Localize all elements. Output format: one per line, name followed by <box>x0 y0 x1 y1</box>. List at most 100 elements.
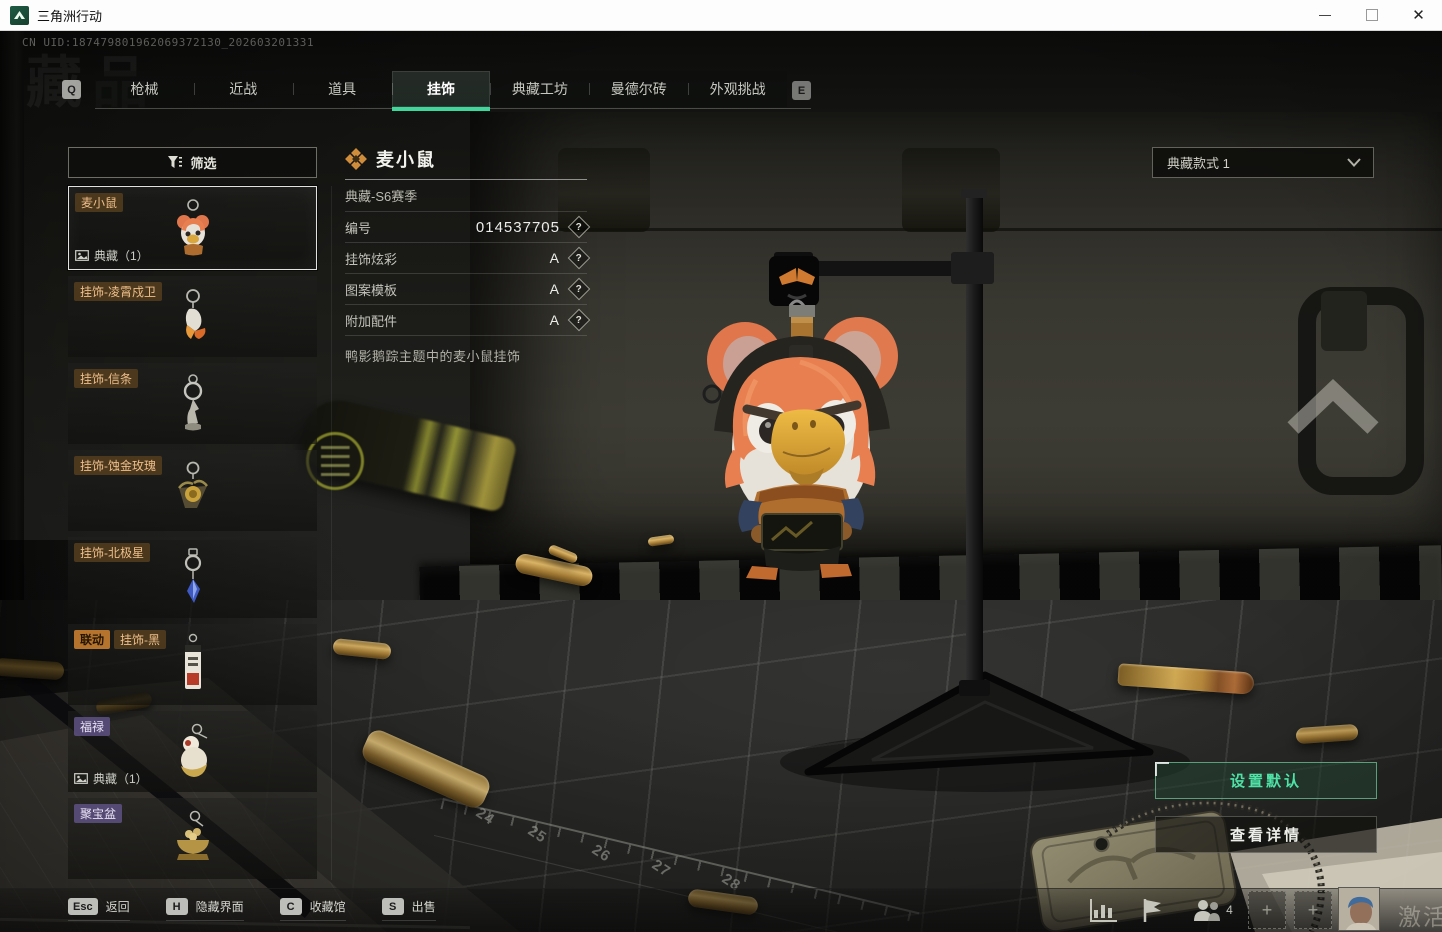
collection-hall-shortcut[interactable]: C 收藏馆 <box>279 898 346 921</box>
detail-title: 麦小鼠 <box>376 150 436 170</box>
charm-list: 麦小鼠 典藏（1） 挂饰-凌霄戍卫 挂饰-信条 挂饰-蚀金玫瑰 挂饰-北极星 联… <box>68 186 317 885</box>
help-icon[interactable]: ? <box>567 308 591 332</box>
charm-detail-panel: 麦小鼠 典藏-S6赛季 编号 014537705 ? 挂饰炫彩 A ? 图案模板… <box>345 139 591 365</box>
help-icon[interactable]: ? <box>567 246 591 270</box>
style-dropdown[interactable]: 典藏款式 1 <box>1152 147 1374 178</box>
plus-icon: + <box>1307 899 1319 920</box>
back-shortcut[interactable]: Esc 返回 <box>68 898 130 921</box>
stats-button[interactable] <box>1086 895 1122 925</box>
prev-tab-key-hint: Q <box>62 80 81 99</box>
h-keycap: H <box>165 898 188 915</box>
close-icon: ✕ <box>1412 6 1425 24</box>
item-name-badge: 挂饰-凌霄戍卫 <box>74 282 162 301</box>
detail-row-serial: 编号 014537705 ? <box>345 212 591 243</box>
category-tabbar: 枪械 近战 道具 挂饰 典藏工坊 曼德尔砖 外观挑战 <box>95 71 787 111</box>
empty-squad-slot[interactable]: + <box>1248 891 1286 929</box>
item-name-badge: 麦小鼠 <box>75 193 124 212</box>
style-dropdown-value: 典藏款式 1 <box>1167 156 1230 171</box>
detail-label: 挂饰炫彩 <box>345 251 398 267</box>
close-button[interactable]: ✕ <box>1395 0 1442 30</box>
item-name-badge: 挂饰-北极星 <box>74 543 150 562</box>
detail-row-colorway: 挂饰炫彩 A ? <box>345 243 591 274</box>
detail-label: 附加配件 <box>345 313 398 329</box>
charm-thumbnail-icon <box>184 633 201 689</box>
detail-season: 典藏-S6赛季 <box>345 180 587 212</box>
player-avatar[interactable] <box>1338 887 1380 931</box>
set-default-button[interactable]: 设置默认 <box>1155 762 1377 799</box>
item-name-badge: 挂饰-蚀金玫瑰 <box>74 456 162 475</box>
minimize-icon <box>1318 14 1331 16</box>
tab-props[interactable]: 道具 <box>292 71 392 107</box>
bar-chart-icon <box>1090 899 1117 922</box>
tab-charms[interactable]: 挂饰 <box>391 71 491 111</box>
collection-count: 典藏（1） <box>74 770 148 787</box>
detail-title-row: 麦小鼠 <box>345 139 587 180</box>
detail-description: 鸭影鹅踪主题中的麦小鼠挂饰 <box>345 349 521 364</box>
esc-keycap: Esc <box>68 898 98 915</box>
maximize-icon <box>1365 9 1378 21</box>
avatar-portrait <box>1339 888 1379 930</box>
charm-rarity-icon <box>345 148 367 170</box>
detail-value: A <box>549 312 560 328</box>
tab-appearance-challenge[interactable]: 外观挑战 <box>688 71 787 107</box>
activation-watermark: 激活 <box>1398 904 1442 930</box>
collection-count: 典藏（1） <box>75 247 149 264</box>
c-keycap: C <box>279 898 302 915</box>
charm-thumbnail-icon <box>184 547 201 603</box>
game-window: 24 25 26 27 28 三角洲行动 ✕ 藏品 CN UID:1874798… <box>0 0 1442 932</box>
filter-label: 筛选 <box>190 156 217 171</box>
item-name-badge: 挂饰-信条 <box>74 369 138 388</box>
collection-image-icon <box>75 250 89 261</box>
charm-thumbnail-icon <box>185 288 205 339</box>
detail-value: A <box>549 281 560 297</box>
sidebar-item-fulu[interactable]: 福禄 典藏（1） <box>68 711 317 792</box>
app-logo-icon <box>10 5 29 25</box>
squad-count: 4 <box>1226 903 1233 917</box>
panel-divider <box>331 186 332 880</box>
charm-thumbnail-icon <box>183 373 202 430</box>
detail-label: 图案模板 <box>345 282 398 298</box>
empty-squad-slot[interactable]: + <box>1294 891 1332 929</box>
battle-pass-button[interactable] <box>1134 895 1168 925</box>
sidebar-item-hei[interactable]: 联动 挂饰-黑 <box>68 624 317 705</box>
maximize-button[interactable] <box>1348 0 1395 30</box>
filter-funnel-icon <box>168 156 183 168</box>
filter-button[interactable]: 筛选 <box>68 147 317 178</box>
sidebar-item-xintiao[interactable]: 挂饰-信条 <box>68 363 317 444</box>
player-uid: CN UID:187479801962069372130_20260320133… <box>22 36 315 49</box>
plus-icon: + <box>1261 899 1273 920</box>
sidebar-item-beijixing[interactable]: 挂饰-北极星 <box>68 537 317 618</box>
detail-row-pattern: 图案模板 A ? <box>345 274 591 305</box>
charm-thumbnail-icon <box>177 461 208 508</box>
flag-icon <box>1143 898 1161 922</box>
detail-label: 编号 <box>345 220 372 236</box>
shortcut-bar: Esc 返回 H 隐藏界面 C 收藏馆 S 出售 <box>68 898 436 921</box>
tab-mandel-brick[interactable]: 曼德尔砖 <box>589 71 688 107</box>
collection-image-icon <box>74 773 88 784</box>
item-name-badge: 福禄 <box>74 717 111 736</box>
chevron-down-icon <box>1347 158 1361 167</box>
squad-people-icon <box>1194 899 1221 921</box>
charm-thumbnail-icon <box>176 810 209 860</box>
s-keycap: S <box>381 898 404 915</box>
help-icon[interactable]: ? <box>567 277 591 301</box>
detail-row-accessory: 附加配件 A ? <box>345 305 591 336</box>
sidebar-item-shijin-meigui[interactable]: 挂饰-蚀金玫瑰 <box>68 450 317 531</box>
minimize-button[interactable] <box>1301 0 1348 30</box>
sidebar-item-lingxiao-shuwei[interactable]: 挂饰-凌霄戍卫 <box>68 276 317 357</box>
sell-shortcut[interactable]: S 出售 <box>381 898 436 921</box>
sidebar-item-mai-xiao-shu[interactable]: 麦小鼠 典藏（1） <box>68 186 317 270</box>
window-title: 三角洲行动 <box>37 8 103 24</box>
sidebar-item-jubaopen[interactable]: 聚宝盆 <box>68 798 317 879</box>
view-details-button[interactable]: 查看详情 <box>1155 816 1377 853</box>
tab-firearms[interactable]: 枪械 <box>95 71 194 107</box>
window-titlebar: 三角洲行动 ✕ <box>0 0 1442 31</box>
help-icon[interactable]: ? <box>567 215 591 239</box>
squad-button[interactable]: 4 <box>1186 894 1238 926</box>
tab-melee[interactable]: 近战 <box>193 71 293 107</box>
tab-collection-workshop[interactable]: 典藏工坊 <box>490 71 589 107</box>
item-name-badge: 挂饰-黑 <box>114 630 167 649</box>
charm-thumbnail-icon <box>180 723 207 777</box>
hide-ui-shortcut[interactable]: H 隐藏界面 <box>165 898 244 921</box>
collab-badge: 联动 <box>74 630 111 649</box>
